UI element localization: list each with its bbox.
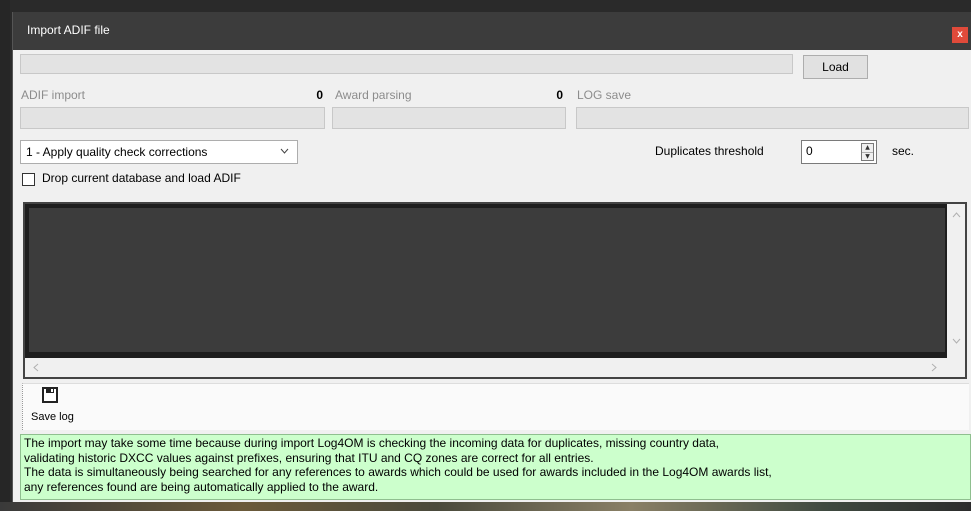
stepper-buttons: ▲ ▼ (861, 143, 874, 161)
info-line: validating historic DXCC values against … (24, 450, 594, 465)
vertical-scrollbar[interactable] (947, 204, 965, 377)
scroll-down-icon[interactable] (952, 336, 961, 347)
stepper-up-icon[interactable]: ▲ (862, 144, 873, 152)
scroll-up-icon[interactable] (952, 210, 961, 221)
drop-database-checkbox[interactable] (22, 173, 35, 186)
desktop-background (0, 502, 971, 511)
duplicates-threshold-label: Duplicates threshold (655, 144, 764, 158)
import-adif-dialog: Import ADIF file x Load ADIF import 0 Aw… (12, 12, 971, 502)
floppy-disk-icon[interactable] (42, 387, 58, 403)
file-path-field[interactable] (20, 54, 793, 74)
import-log-output (29, 208, 945, 352)
stepper-down-icon[interactable]: ▼ (862, 152, 873, 161)
log-toolbar: Save log (22, 383, 969, 430)
import-mode-value: 1 - Apply quality check corrections (26, 145, 208, 159)
award-parsing-count: 0 (556, 88, 563, 102)
scroll-right-icon[interactable] (931, 363, 937, 375)
award-parsing-label: Award parsing (335, 88, 412, 102)
adif-import-progress-bar (20, 107, 325, 129)
save-log-button[interactable]: Save log (31, 411, 74, 423)
import-log-panel (23, 202, 967, 379)
info-line: The data is simultaneously being searche… (24, 465, 772, 479)
log-save-label: LOG save (577, 88, 632, 102)
chevron-down-icon (280, 144, 289, 161)
adif-import-count: 0 (316, 88, 323, 102)
drop-database-label[interactable]: Drop current database and load ADIF (42, 171, 241, 185)
close-button[interactable]: x (952, 27, 968, 43)
duplicates-unit-label: sec. (892, 144, 915, 158)
import-mode-select[interactable]: 1 - Apply quality check corrections (20, 140, 298, 164)
duplicates-threshold-value: 0 (806, 144, 813, 158)
horizontal-scrollbar[interactable] (25, 358, 947, 377)
info-line: The import may take some time because du… (24, 436, 719, 450)
duplicates-threshold-stepper[interactable]: 0 ▲ ▼ (801, 140, 877, 164)
info-line: any references found are being automatic… (24, 479, 379, 494)
log-save-progress-bar (576, 107, 969, 129)
scroll-left-icon[interactable] (33, 363, 39, 375)
info-message: The import may take some time because du… (20, 434, 971, 500)
adif-import-label: ADIF import (21, 88, 86, 102)
award-parsing-progress-bar (332, 107, 566, 129)
window-title: Import ADIF file (27, 23, 110, 37)
title-bar[interactable]: Import ADIF file x (13, 12, 971, 50)
background-left (0, 0, 10, 511)
load-button[interactable]: Load (803, 55, 868, 79)
